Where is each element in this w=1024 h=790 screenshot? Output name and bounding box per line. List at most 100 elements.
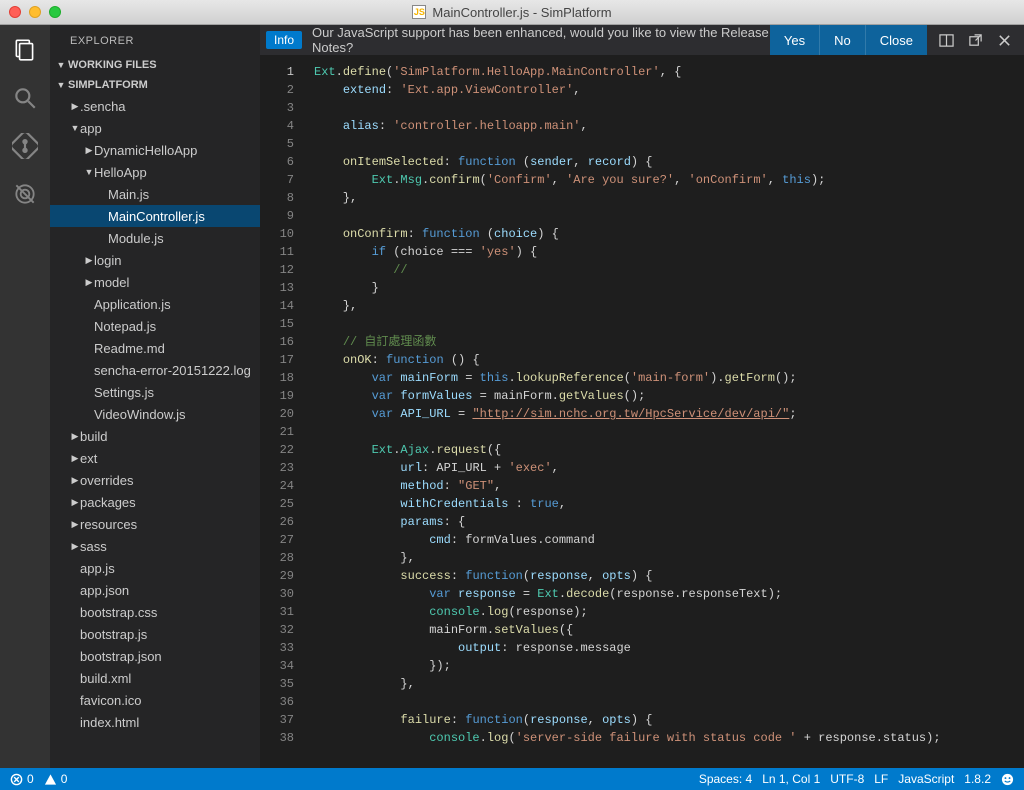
tree-item-label: app.json	[80, 583, 129, 598]
file-tree: ▶.sencha▼app▶DynamicHelloApp▼HelloAppMai…	[50, 95, 260, 733]
tree-item-label: app	[80, 121, 102, 136]
tree-item-label: Notepad.js	[94, 319, 156, 334]
project-header[interactable]: ▼SIMPLATFORM	[50, 75, 260, 95]
tree-item[interactable]: VideoWindow.js	[50, 403, 260, 425]
tree-item[interactable]: Main.js	[50, 183, 260, 205]
chevron-right-icon: ▶	[84, 255, 94, 266]
tree-item-label: .sencha	[80, 99, 126, 114]
js-file-icon: JS	[412, 5, 426, 19]
code-editor[interactable]: 1234567891011121314151617181920212223242…	[260, 55, 1024, 768]
version-status[interactable]: 1.8.2	[964, 772, 991, 786]
tree-item-label: Module.js	[108, 231, 164, 246]
eol-status[interactable]: LF	[874, 772, 888, 786]
error-icon	[10, 773, 23, 786]
tree-item-label: packages	[80, 495, 136, 510]
tree-item-label: bootstrap.css	[80, 605, 157, 620]
tree-item-label: ext	[80, 451, 97, 466]
close-button[interactable]: Close	[865, 25, 927, 55]
search-icon[interactable]	[12, 85, 38, 111]
tree-item-label: Readme.md	[94, 341, 165, 356]
tree-item[interactable]: build.xml	[50, 667, 260, 689]
tree-item-label: resources	[80, 517, 137, 532]
chevron-right-icon: ▶	[70, 431, 80, 442]
feedback-icon[interactable]	[1001, 773, 1014, 786]
tree-item[interactable]: Application.js	[50, 293, 260, 315]
tree-item-label: Application.js	[94, 297, 171, 312]
tree-item[interactable]: ▶build	[50, 425, 260, 447]
cursor-position[interactable]: Ln 1, Col 1	[762, 772, 820, 786]
language-status[interactable]: JavaScript	[898, 772, 954, 786]
explorer-icon[interactable]	[12, 37, 38, 63]
tree-item[interactable]: index.html	[50, 711, 260, 733]
tree-item[interactable]: ▶resources	[50, 513, 260, 535]
tree-item[interactable]: ▶login	[50, 249, 260, 271]
tree-item[interactable]: Module.js	[50, 227, 260, 249]
chevron-right-icon: ▶	[84, 277, 94, 288]
chevron-right-icon: ▶	[70, 497, 80, 508]
tree-item[interactable]: ▶packages	[50, 491, 260, 513]
window-title: JS MainController.js - SimPlatform	[0, 5, 1024, 20]
tree-item-label: favicon.ico	[80, 693, 141, 708]
activity-bar	[0, 25, 50, 768]
indent-status[interactable]: Spaces: 4	[699, 772, 752, 786]
tree-item[interactable]: app.js	[50, 557, 260, 579]
tree-item-label: overrides	[80, 473, 133, 488]
tree-item[interactable]: app.json	[50, 579, 260, 601]
tree-item[interactable]: Readme.md	[50, 337, 260, 359]
tree-item-label: build.xml	[80, 671, 131, 686]
split-editor-icon[interactable]	[939, 33, 954, 48]
git-icon[interactable]	[12, 133, 38, 159]
sidebar: EXPLORER ▼WORKING FILES ▼SIMPLATFORM ▶.s…	[50, 25, 260, 768]
window-close-button[interactable]	[9, 6, 21, 18]
warning-icon	[44, 773, 57, 786]
tree-item[interactable]: ▶.sencha	[50, 95, 260, 117]
chevron-down-icon: ▼	[70, 123, 80, 133]
warnings-count[interactable]: 0	[44, 772, 68, 786]
chevron-down-icon: ▼	[56, 60, 66, 70]
close-icon[interactable]	[997, 33, 1012, 48]
chevron-down-icon: ▼	[56, 80, 66, 90]
tree-item-label: Settings.js	[94, 385, 154, 400]
tree-item[interactable]: ▼app	[50, 117, 260, 139]
tree-item[interactable]: ▶sass	[50, 535, 260, 557]
debug-icon[interactable]	[12, 181, 38, 207]
code-content[interactable]: Ext.define('SimPlatform.HelloApp.MainCon…	[308, 55, 1024, 768]
tree-item-label: HelloApp	[94, 165, 147, 180]
tree-item[interactable]: bootstrap.json	[50, 645, 260, 667]
tree-item[interactable]: ▶overrides	[50, 469, 260, 491]
chevron-right-icon: ▶	[70, 519, 80, 530]
tree-item[interactable]: ▶model	[50, 271, 260, 293]
tree-item-label: index.html	[80, 715, 139, 730]
encoding-status[interactable]: UTF-8	[830, 772, 864, 786]
tree-item[interactable]: MainController.js	[50, 205, 260, 227]
tree-item[interactable]: ▶DynamicHelloApp	[50, 139, 260, 161]
window-minimize-button[interactable]	[29, 6, 41, 18]
tree-item-label: build	[80, 429, 107, 444]
tree-item-label: sencha-error-20151222.log	[94, 363, 251, 378]
tree-item-label: sass	[80, 539, 107, 554]
info-badge: Info	[266, 31, 302, 49]
tree-item[interactable]: Notepad.js	[50, 315, 260, 337]
tree-item-label: VideoWindow.js	[94, 407, 186, 422]
notification-text: Our JavaScript support has been enhanced…	[312, 25, 770, 55]
window-maximize-button[interactable]	[49, 6, 61, 18]
tree-item-label: MainController.js	[108, 209, 205, 224]
tree-item-label: DynamicHelloApp	[94, 143, 197, 158]
tree-item-label: bootstrap.json	[80, 649, 162, 664]
tree-item-label: Main.js	[108, 187, 149, 202]
yes-button[interactable]: Yes	[770, 25, 819, 55]
tree-item[interactable]: ▶ext	[50, 447, 260, 469]
tree-item[interactable]: Settings.js	[50, 381, 260, 403]
errors-count[interactable]: 0	[10, 772, 34, 786]
line-gutter: 1234567891011121314151617181920212223242…	[260, 55, 308, 768]
tree-item[interactable]: sencha-error-20151222.log	[50, 359, 260, 381]
tree-item[interactable]: bootstrap.css	[50, 601, 260, 623]
no-button[interactable]: No	[819, 25, 865, 55]
tree-item[interactable]: ▼HelloApp	[50, 161, 260, 183]
tree-item[interactable]: favicon.ico	[50, 689, 260, 711]
tree-item[interactable]: bootstrap.js	[50, 623, 260, 645]
sidebar-title: EXPLORER	[50, 25, 260, 55]
open-external-icon[interactable]	[968, 33, 983, 48]
chevron-down-icon: ▼	[84, 167, 94, 177]
working-files-header[interactable]: ▼WORKING FILES	[50, 55, 260, 75]
